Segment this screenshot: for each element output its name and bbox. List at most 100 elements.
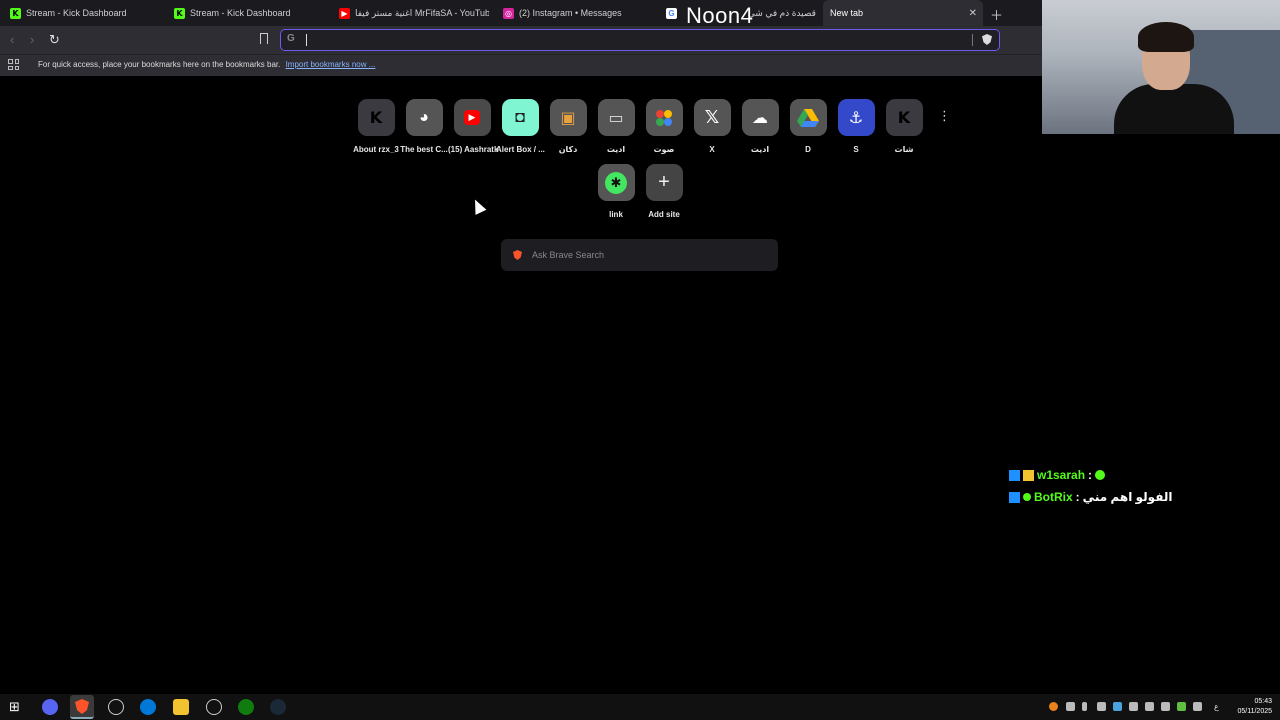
brave-shields-icon[interactable]	[982, 34, 992, 45]
add-site-button[interactable]: + Add site	[640, 164, 688, 219]
volume-icon[interactable]	[1097, 702, 1106, 711]
chat-separator: :	[1075, 490, 1080, 504]
webcam-overlay	[1042, 0, 1280, 134]
tray-icon[interactable]	[1161, 702, 1170, 711]
bookmarks-hint: For quick access, place your bookmarks h…	[38, 60, 375, 69]
x-icon: 𝕏	[693, 99, 731, 136]
speed-dial-sawt[interactable]: صوت	[640, 99, 688, 154]
chat-text: الفولو اهم مني	[1082, 490, 1173, 504]
settings-icon[interactable]	[206, 699, 222, 715]
chat-message: BotRix : الفولو اهم مني	[1009, 490, 1172, 504]
tab-strip: K Stream - Kick Dashboard K Stream - Kic…	[0, 0, 1042, 28]
speed-dial-s[interactable]: ⚓ S	[832, 99, 880, 154]
bookmark-icon[interactable]	[260, 33, 268, 44]
speed-dial-edit-1[interactable]: ▭ اديت	[592, 99, 640, 154]
tab-title: اغنية مستر فيفا MrFifaSA - YouTube	[355, 7, 489, 18]
badge-icon	[1009, 491, 1020, 503]
forward-icon[interactable]: ›	[30, 32, 34, 47]
emote-icon	[1095, 470, 1106, 480]
speed-dial-label: link	[609, 210, 623, 219]
bookmarks-bar: For quick access, place your bookmarks h…	[0, 54, 1042, 76]
shopping-bag-icon: ▣	[549, 99, 587, 136]
tab-title: قصيدة ذم في شي	[747, 7, 816, 18]
kick-icon: K	[174, 7, 185, 19]
youtube-icon: ▶	[339, 7, 350, 19]
badge-icon	[1009, 469, 1020, 481]
tab-kick-dashboard-2[interactable]: K Stream - Kick Dashboard	[174, 0, 324, 26]
tray-icon[interactable]	[1145, 702, 1154, 711]
speed-dial-link[interactable]: ✱ link	[592, 164, 640, 219]
speed-dial-label: اديت	[606, 145, 626, 154]
import-bookmarks-link[interactable]: Import bookmarks now ...	[286, 60, 376, 69]
speed-dial-label: About rzx_3	[353, 145, 399, 154]
clock[interactable]: 05:43 05/11/2025	[1237, 697, 1272, 717]
brave-lion-icon	[513, 250, 522, 260]
speed-dial-label: X	[709, 145, 715, 154]
text-caret	[306, 34, 307, 46]
speed-dial-edit-2[interactable]: ☁ اديت	[736, 99, 784, 154]
tab-new-tab[interactable]: New tab ✕	[823, 0, 983, 26]
file-explorer-icon[interactable]	[173, 699, 189, 715]
speed-dial-alert-box[interactable]: ◘ Alert Box / ...	[496, 99, 545, 154]
more-options-icon[interactable]: ⋮	[938, 108, 951, 124]
speed-dial-label: شات	[894, 145, 914, 154]
dots-icon	[645, 99, 683, 136]
youtube-icon: ▶	[453, 99, 491, 136]
speed-dial-about-rzx[interactable]: K About rzx_3	[352, 99, 400, 154]
obs-icon[interactable]	[108, 699, 124, 715]
language-indicator[interactable]: ع	[1214, 702, 1219, 711]
tab-instagram[interactable]: ◎ (2) Instagram • Messages	[503, 0, 653, 26]
speed-dial-best-c[interactable]: ◕ The best C...	[400, 99, 448, 154]
xbox-icon[interactable]	[238, 699, 254, 715]
brave-taskbar-icon[interactable]	[70, 695, 94, 719]
verified-badge-icon	[1023, 493, 1031, 501]
chat-username: BotRix	[1034, 490, 1073, 504]
person-body	[1114, 84, 1234, 134]
back-icon[interactable]: ‹	[10, 32, 14, 47]
speed-dial-dukkan[interactable]: ▣ دكان	[544, 99, 592, 154]
tray-icon[interactable]	[1193, 702, 1202, 711]
plus-icon: +	[645, 164, 683, 201]
tab-kick-dashboard-1[interactable]: K Stream - Kick Dashboard	[10, 0, 160, 26]
tab-title: New tab	[830, 8, 864, 18]
address-bar[interactable]: G	[280, 29, 1000, 51]
tab-title: Stream - Kick Dashboard	[190, 8, 291, 18]
speed-dial-chat[interactable]: K شات	[880, 99, 928, 154]
microphone-icon[interactable]	[1082, 702, 1087, 711]
person-hair	[1138, 22, 1194, 52]
new-tab-button[interactable]: ＋	[990, 5, 1003, 24]
tray-icon[interactable]	[1066, 702, 1075, 711]
browser-toolbar: ‹ › ↻ G	[0, 26, 1042, 54]
bookmarks-hint-text: For quick access, place your bookmarks h…	[38, 60, 281, 69]
close-icon[interactable]: ✕	[969, 8, 977, 19]
kick-icon: K	[10, 7, 21, 19]
discord-icon[interactable]	[42, 699, 58, 715]
speed-dial-label: Alert Box / ...	[496, 145, 545, 154]
speed-dial-d[interactable]: D	[784, 99, 832, 154]
network-icon[interactable]	[1129, 702, 1138, 711]
speed-dial-x[interactable]: 𝕏 X	[688, 99, 736, 154]
tray-icon[interactable]	[1049, 702, 1058, 711]
address-input[interactable]	[305, 32, 965, 48]
xbox-tray-icon[interactable]	[1177, 702, 1186, 711]
tray-icon[interactable]	[1113, 702, 1122, 711]
apps-grid-icon[interactable]	[8, 59, 19, 70]
brave-search-box[interactable]: Ask Brave Search	[501, 239, 778, 271]
chat-message: w1sarah :	[1009, 468, 1108, 482]
reload-icon[interactable]: ↻	[49, 32, 60, 48]
start-icon[interactable]: ⊞	[9, 699, 25, 715]
mouse-cursor	[469, 197, 487, 215]
cloud-icon: ☁	[741, 99, 779, 136]
speed-dial-label: Add site	[648, 210, 680, 219]
speed-dial-aashratk[interactable]: ▶ (15) Aashratk	[448, 99, 499, 154]
google-icon: G	[287, 33, 295, 44]
app-icon[interactable]	[140, 699, 156, 715]
instagram-icon: ◎	[503, 7, 514, 19]
steam-icon[interactable]	[270, 699, 286, 715]
tab-title: Stream - Kick Dashboard	[26, 8, 127, 18]
kick-icon: K	[357, 99, 395, 136]
speed-dial-label: (15) Aashratk	[448, 145, 499, 154]
crown-badge-icon	[1023, 469, 1034, 481]
speed-dial-label: اديت	[750, 145, 770, 154]
tab-youtube[interactable]: ▶ اغنية مستر فيفا MrFifaSA - YouTube	[339, 0, 489, 26]
